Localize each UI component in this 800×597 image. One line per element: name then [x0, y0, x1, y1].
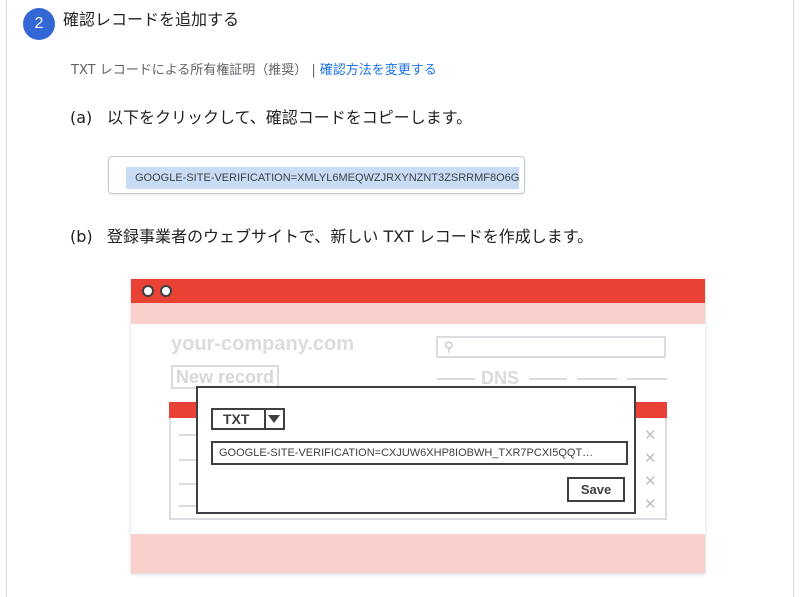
new-record-dialog: TXT GOOGLE-SITE-VERIFICATION=CXJUW6XHP8I…	[196, 386, 636, 514]
sub-step-a: (a) 以下をクリックして、確認コードをコピーします。	[70, 107, 472, 129]
sub-step-b: (b) 登録事業者のウェブサイトで、新しい TXT レコードを作成します。	[70, 226, 593, 248]
search-icon: ⚲	[444, 340, 454, 355]
browser-header-band	[131, 303, 705, 324]
method-separator: |	[311, 63, 316, 78]
change-method-link[interactable]: 確認方法を変更する	[320, 63, 437, 78]
step-title: 確認レコードを追加する	[63, 10, 240, 29]
record-type-value: TXT	[223, 411, 250, 427]
record-type-select: TXT	[211, 408, 285, 430]
chevron-down-icon	[268, 415, 280, 423]
close-icon: ✕	[644, 450, 657, 467]
search-box: ⚲	[436, 336, 666, 358]
step-number-badge: 2	[23, 8, 55, 40]
verification-code-box[interactable]: GOOGLE-SITE-VERIFICATION=XMLYL6MEQWZJRXY…	[108, 156, 525, 194]
close-icon: ✕	[644, 427, 657, 444]
verification-method: TXT レコードによる所有権証明（推奨） | 確認方法を変更する	[71, 61, 437, 81]
sub-step-letter: (b)	[70, 227, 93, 246]
sub-step-text: 登録事業者のウェブサイトで、新しい TXT レコードを作成します。	[107, 227, 594, 246]
close-icon: ✕	[644, 473, 657, 490]
right-border	[793, 0, 794, 597]
divider-line	[529, 378, 567, 380]
window-control-dot	[142, 285, 154, 297]
close-icon: ✕	[644, 496, 657, 513]
registrar-illustration: your-company.com ⚲ New record DNS ✕ ✕ ✕ …	[131, 279, 705, 573]
browser-footer-band	[131, 534, 705, 573]
method-label: TXT レコードによる所有権証明（推奨）	[71, 63, 308, 78]
domain-text: your-company.com	[171, 333, 354, 355]
select-divider	[264, 410, 266, 428]
left-border	[6, 0, 7, 597]
divider-line	[577, 378, 617, 380]
divider-line	[437, 378, 475, 380]
sub-step-letter: (a)	[70, 108, 93, 127]
verification-code-text[interactable]: GOOGLE-SITE-VERIFICATION=XMLYL6MEQWZJRXY…	[126, 167, 519, 189]
save-button: Save	[567, 477, 625, 502]
browser-title-bar	[131, 279, 705, 303]
window-control-dot	[160, 285, 172, 297]
sub-step-text: 以下をクリックして、確認コードをコピーします。	[107, 108, 473, 127]
divider-line	[627, 378, 667, 380]
record-value-input: GOOGLE-SITE-VERIFICATION=CXJUW6XHP8IOBWH…	[211, 441, 628, 465]
